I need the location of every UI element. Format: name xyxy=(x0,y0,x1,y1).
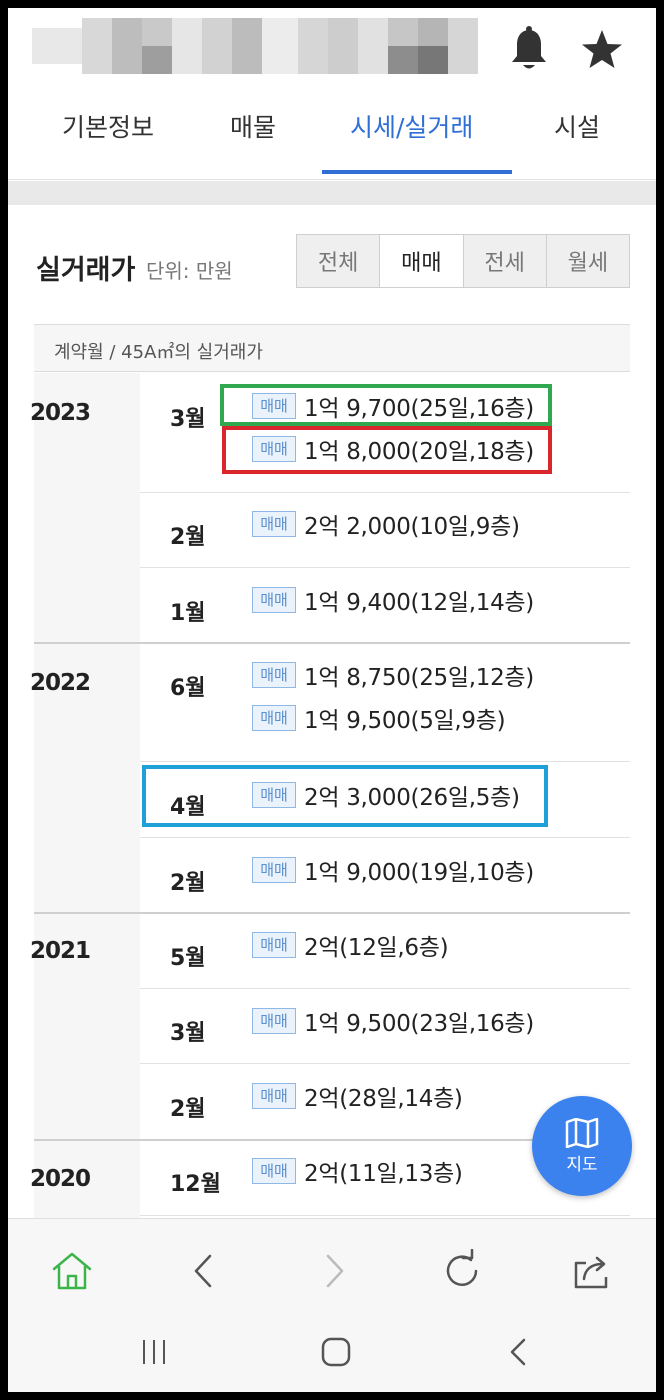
row-separator xyxy=(140,837,630,838)
year-label: 2022 xyxy=(30,670,91,696)
share-icon[interactable] xyxy=(570,1249,614,1293)
trade-type-filter: 전체 매매 전세 월세 xyxy=(296,234,630,288)
sale-badge: 매매 xyxy=(252,511,296,537)
year-separator xyxy=(34,642,630,644)
row-separator xyxy=(140,761,630,762)
sale-badge: 매매 xyxy=(252,587,296,613)
transaction-entry: 매매 1억 9,500(23일,16층) xyxy=(252,1006,534,1037)
year-label: 2020 xyxy=(30,1166,91,1192)
transaction-price: 2억(12일,6층) xyxy=(304,935,449,961)
section-title: 실거래가 xyxy=(36,255,136,286)
tab-facilities[interactable]: 시설 xyxy=(554,108,600,144)
tab-price-transactions[interactable]: 시세/실거래 xyxy=(350,108,473,144)
transaction-price: 2억 3,000(26일,5층) xyxy=(304,785,520,811)
map-button[interactable]: 지도 xyxy=(532,1096,632,1196)
map-icon xyxy=(565,1117,599,1148)
table-header: 계약월 / 45A㎡의 실거래가 xyxy=(34,324,630,372)
filter-all[interactable]: 전체 xyxy=(297,235,381,287)
sale-badge: 매매 xyxy=(252,782,296,808)
month-label: 2월 xyxy=(170,525,206,550)
transaction-price: 1억 9,400(12일,14층) xyxy=(304,590,534,616)
transaction-entry: 매매 1억 9,700(25일,16층) xyxy=(252,391,534,422)
map-button-label: 지도 xyxy=(566,1154,598,1175)
sale-badge: 매매 xyxy=(252,393,296,419)
row-separator xyxy=(140,1063,630,1064)
sale-badge: 매매 xyxy=(252,1158,296,1184)
unit-label: 단위: 만원 xyxy=(146,259,233,283)
transaction-entry: 매매 2억 2,000(10일,9층) xyxy=(252,509,520,540)
filter-monthly-rent[interactable]: 월세 xyxy=(546,235,629,287)
month-label: 3월 xyxy=(170,407,206,432)
transaction-price: 1억 9,500(5일,9층) xyxy=(304,708,506,734)
home-button-icon[interactable] xyxy=(316,1332,356,1372)
year-label: 2021 xyxy=(30,938,91,964)
sale-badge: 매매 xyxy=(252,1083,296,1109)
refresh-icon[interactable] xyxy=(440,1249,484,1293)
row-separator xyxy=(140,1215,630,1216)
filter-sale[interactable]: 매매 xyxy=(380,235,464,287)
transaction-entry: 매매 2억(11일,13층) xyxy=(252,1156,463,1187)
transaction-price: 1억 9,700(25일,16층) xyxy=(304,396,534,422)
month-label: 1월 xyxy=(170,601,206,626)
row-separator xyxy=(140,567,630,568)
month-label: 5월 xyxy=(170,946,206,971)
screen: 기본정보 매물 시세/실거래 시설 실거래가 단위: 만원 전체 매매 전세 월… xyxy=(8,8,656,1392)
transaction-price: 1억 8,750(25일,12층) xyxy=(304,665,534,691)
month-label: 12월 xyxy=(170,1172,221,1197)
sale-badge: 매매 xyxy=(252,705,296,731)
transaction-entry: 매매 2억(12일,6층) xyxy=(252,930,449,961)
transaction-price: 2억(11일,13층) xyxy=(304,1161,463,1187)
sale-badge: 매매 xyxy=(252,662,296,688)
star-icon[interactable] xyxy=(580,28,624,72)
transaction-price: 1억 9,500(23일,16층) xyxy=(304,1011,534,1037)
transaction-price: 1억 8,000(20일,18층) xyxy=(304,439,534,465)
forward-arrow-icon[interactable] xyxy=(312,1249,356,1293)
transaction-price: 2억 2,000(10일,9층) xyxy=(304,514,520,540)
recent-apps-icon[interactable] xyxy=(134,1332,174,1372)
sale-badge: 매매 xyxy=(252,436,296,462)
system-nav-bar xyxy=(8,1318,656,1392)
sale-badge: 매매 xyxy=(252,857,296,883)
month-label: 6월 xyxy=(170,676,206,701)
tab-bar: 기본정보 매물 시세/실거래 시설 xyxy=(8,98,656,180)
transaction-entry: 매매 2억 3,000(26일,5층) xyxy=(252,780,520,811)
month-label: 2월 xyxy=(170,1097,206,1122)
browser-toolbar xyxy=(8,1218,656,1318)
transaction-entry: 매매 2억(28일,14층) xyxy=(252,1081,463,1112)
tab-listings[interactable]: 매물 xyxy=(230,108,276,144)
year-separator xyxy=(34,912,630,914)
transaction-price: 1억 9,000(19일,10층) xyxy=(304,860,534,886)
system-back-icon[interactable] xyxy=(498,1332,538,1372)
month-label: 3월 xyxy=(170,1021,206,1046)
transaction-price: 2억(28일,14층) xyxy=(304,1086,463,1112)
active-tab-indicator xyxy=(322,170,512,174)
transaction-entry: 매매 1억 9,000(19일,10층) xyxy=(252,855,534,886)
bell-icon[interactable] xyxy=(510,26,548,74)
app-header: 기본정보 매물 시세/실거래 시설 xyxy=(8,8,656,180)
home-icon[interactable] xyxy=(50,1249,94,1293)
transaction-entry: 매매 1억 9,500(5일,9층) xyxy=(252,703,506,734)
month-label: 2월 xyxy=(170,871,206,896)
transaction-entry: 매매 1억 8,000(20일,18층) xyxy=(252,434,534,465)
tab-basic-info[interactable]: 기본정보 xyxy=(62,108,154,144)
table-header-label: 계약월 / 45A㎡의 실거래가 xyxy=(54,342,263,363)
row-separator xyxy=(140,492,630,493)
sale-badge: 매매 xyxy=(252,932,296,958)
blurred-title xyxy=(32,18,478,74)
transaction-entry: 매매 1억 8,750(25일,12층) xyxy=(252,660,534,691)
row-separator xyxy=(140,988,630,989)
month-label: 4월 xyxy=(170,795,206,820)
back-arrow-icon[interactable] xyxy=(182,1249,226,1293)
sale-badge: 매매 xyxy=(252,1008,296,1034)
section-divider xyxy=(8,181,656,205)
transaction-entry: 매매 1억 9,400(12일,14층) xyxy=(252,585,534,616)
filter-jeonse[interactable]: 전세 xyxy=(463,235,547,287)
year-label: 2023 xyxy=(30,400,91,426)
